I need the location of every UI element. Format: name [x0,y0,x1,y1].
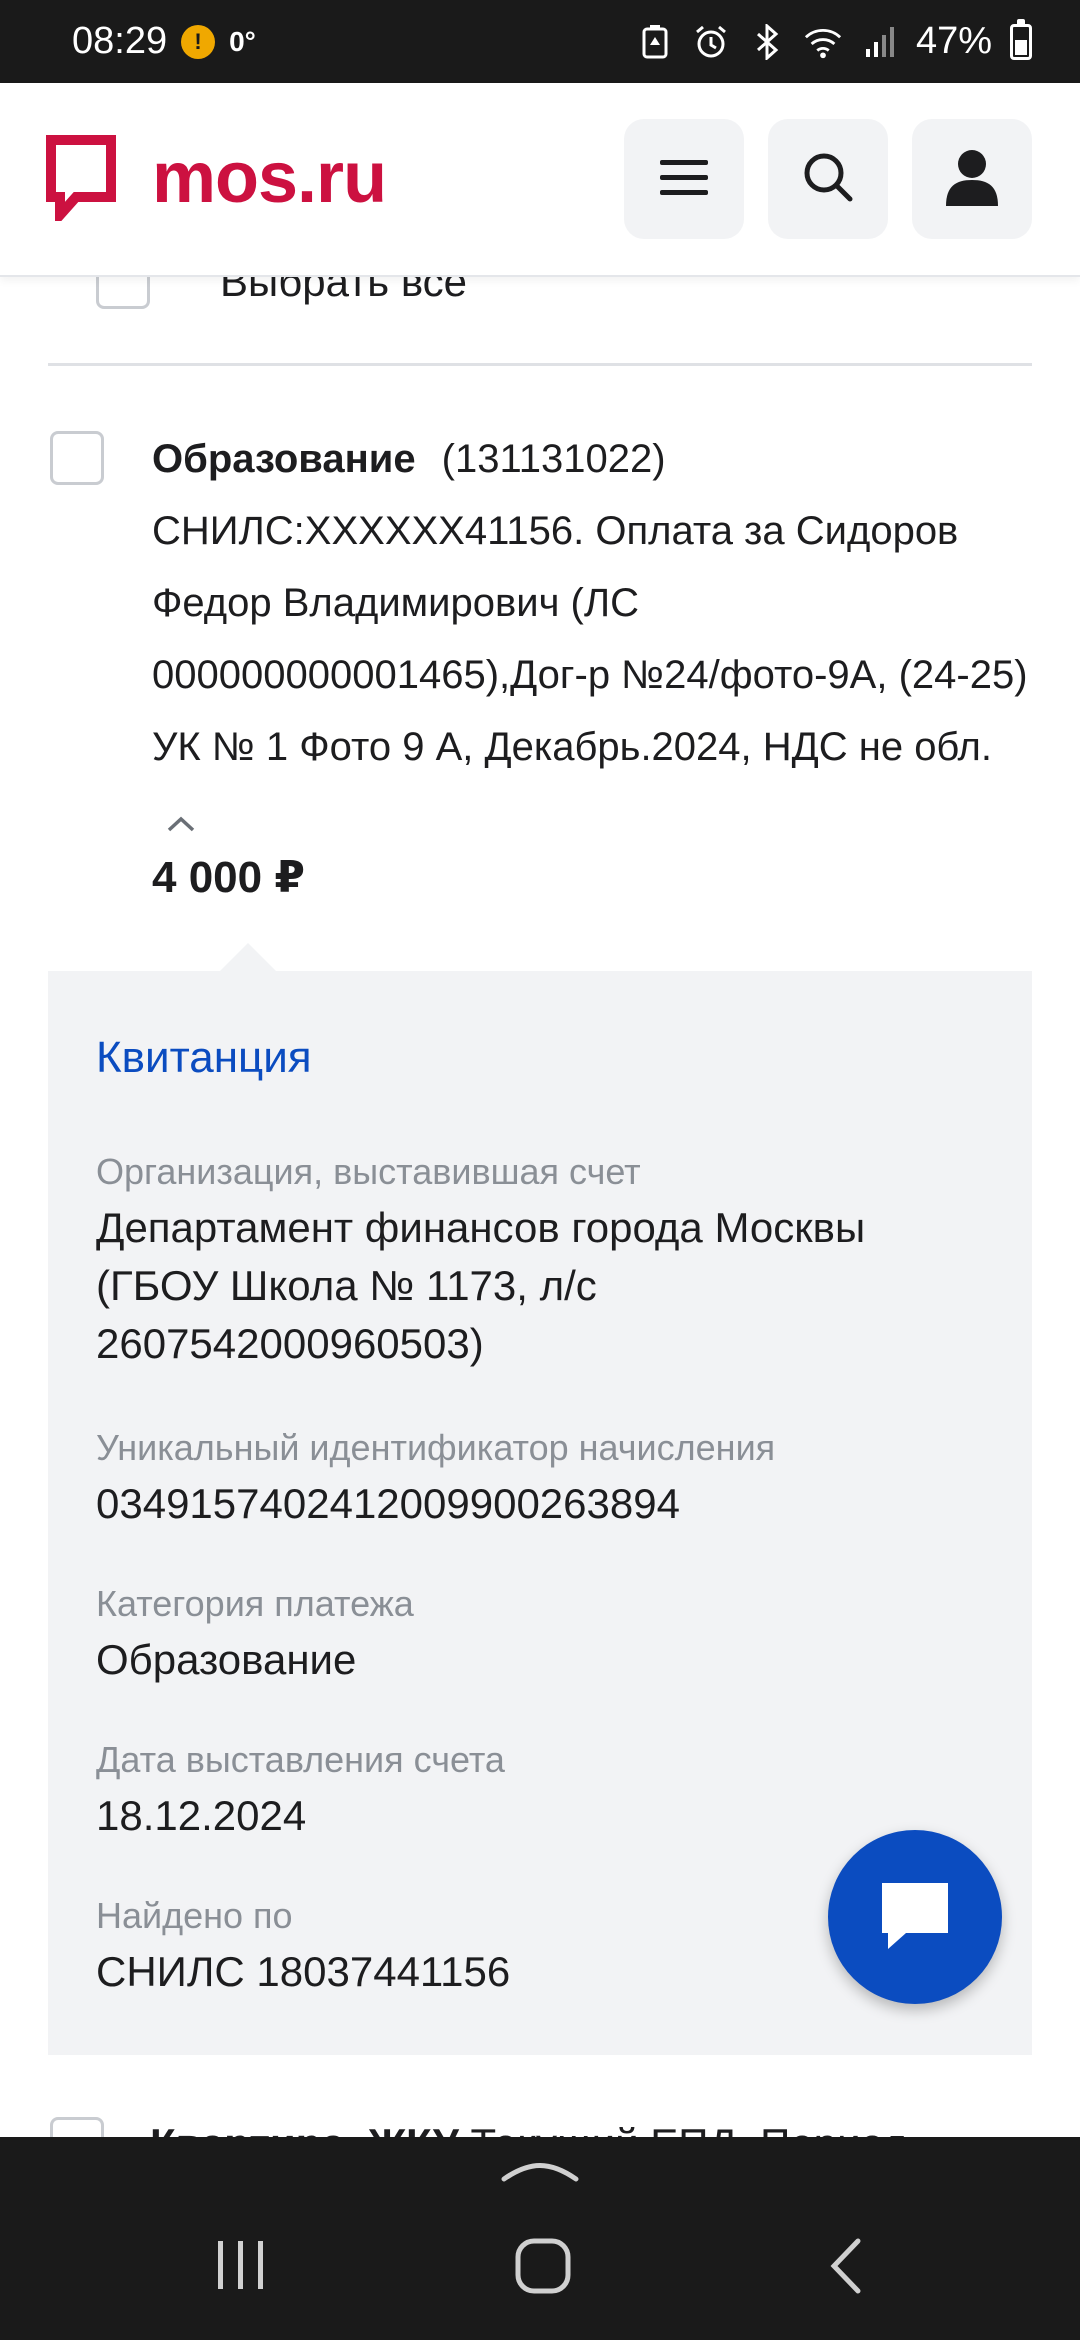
field-category: Категория платежа Образование [96,1581,996,1689]
search-button[interactable] [768,119,888,239]
logo-mark-icon [46,135,116,229]
search-icon [802,151,854,208]
status-time: 08:29 [72,20,168,62]
item-description: СНИЛС:XXXXXX41156. Оплата за Сидоров Фед… [152,509,1028,769]
signal-icon [860,23,898,61]
profile-icon [944,148,1000,211]
wifi-icon [804,23,842,61]
system-nav-bar [0,2137,1080,2340]
item-checkbox[interactable] [50,431,104,485]
menu-icon [658,157,710,202]
field-value: 18.12.2024 [96,1792,307,1839]
status-temperature: 0° [229,25,256,57]
field-date: Дата выставления счета 18.12.2024 [96,1737,996,1845]
profile-button[interactable] [912,119,1032,239]
field-label: Организация, выставившая счет [96,1151,641,1192]
logo-text: mos.ru [152,138,387,218]
item-amount: 4 000 ₽ [152,853,305,902]
chat-icon [878,1879,952,1956]
site-header: mos.ru [0,83,1080,277]
field-label: Дата выставления счета [96,1739,505,1780]
battery-icon [1010,18,1032,60]
field-charge-id: Уникальный идентификатор начисления 0349… [96,1425,996,1533]
field-value: Образование [96,1636,357,1683]
select-all-label: Выбрать все [220,277,468,305]
logo[interactable]: mos.ru [46,135,387,229]
divider [48,363,1032,366]
recent-apps-icon[interactable] [214,2237,268,2298]
home-icon[interactable] [514,2237,572,2300]
item-title: Образование [152,437,416,481]
field-label: Уникальный идентификатор начисления [96,1427,776,1468]
field-value: 0349157402412009900263894 [96,1480,680,1527]
field-value: Департамент финансов города Москвы (ГБОУ… [96,1204,866,1367]
receipt-title[interactable]: Квитанция [96,1033,312,1083]
next-item-checkbox[interactable] [50,2117,104,2137]
status-bar: 08:29 ! 0° 47% [0,0,1080,83]
item-account: (131131022) [441,437,666,481]
expand-handle-icon[interactable] [500,2155,580,2190]
alert-icon: ! [181,24,216,59]
alarm-icon [692,23,730,61]
select-all-checkbox[interactable] [96,277,150,309]
receipt-notch [220,943,276,971]
next-item-title: Квартира, ЖКУ [150,2120,459,2137]
charge-item: Образование (131131022) СНИЛС:XXXXXX41156… [152,423,1032,857]
bluetooth-icon [748,23,786,61]
chat-button[interactable] [828,1830,1002,2004]
battery-saver-icon [636,23,674,61]
screen: 08:29 ! 0° 47% mos.ru Выбрать все Образо… [0,0,1080,2340]
menu-button[interactable] [624,119,744,239]
select-all-row[interactable]: Выбрать все [96,277,467,309]
field-organization: Организация, выставившая счет Департамен… [96,1149,996,1373]
back-icon[interactable] [826,2237,866,2300]
chevron-up-icon[interactable] [166,785,196,857]
field-label: Категория платежа [96,1583,414,1624]
next-item-text: Текущий ЕПД. Период [471,2120,908,2137]
battery-percent: 47% [915,20,992,62]
next-charge-item: Квартира, ЖКУ Текущий ЕПД. Период [50,2117,908,2137]
